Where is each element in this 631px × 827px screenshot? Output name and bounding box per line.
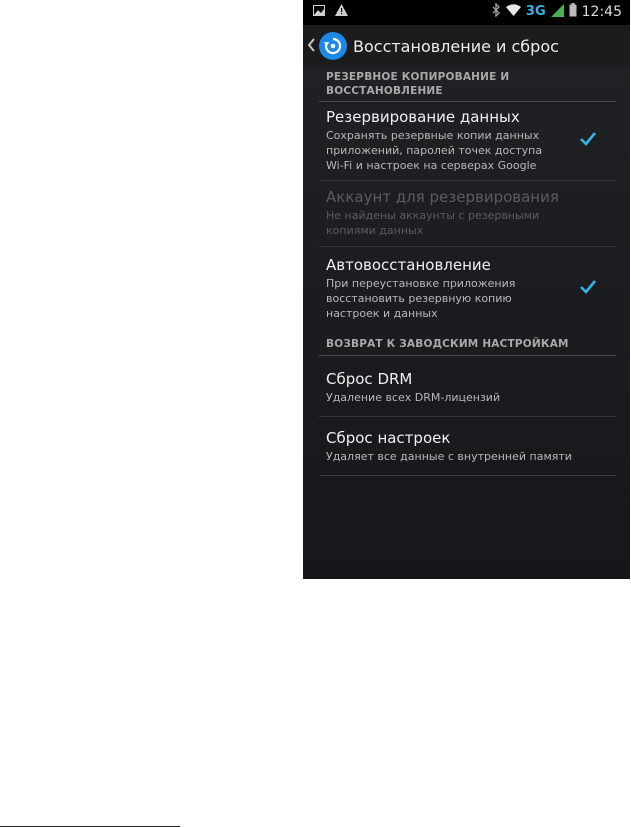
action-bar: Восстановление и сброс [303,25,630,69]
list-divider [319,475,616,476]
pref-title: Сброс настроек [326,429,451,447]
wifi-icon [505,4,521,19]
pref-summary-line: При переустановке приложения [326,277,516,290]
pref-title: Сброс DRM [326,370,413,388]
pref-backup-account: Аккаунт для резервирования Не найдены ак… [326,188,613,238]
pref-summary-line: приложений, паролей точек доступа [326,144,543,157]
page-title: Восстановление и сброс [353,36,559,56]
pref-summary: Сохранять резервные копии данных приложе… [326,128,613,173]
pref-summary-line: Удаление всех DRM-лицензий [326,391,501,404]
section-divider [319,101,616,102]
phone-screen: 3G 12:45 Восстановление и сброс РЕЗЕРВНО [303,0,630,579]
pref-summary-line: копиями данных [326,224,424,237]
battery-icon [569,3,577,20]
pref-drm-reset[interactable]: Сброс DRM Удаление всех DRM-лицензий [326,370,613,405]
section-header-line: ВОССТАНОВЛЕНИЕ [326,85,443,97]
list-divider [319,180,616,181]
backup-restore-icon[interactable] [319,32,347,60]
pref-title: Резервирование данных [326,108,520,126]
pref-summary-line: Удаляет все данные с внутренней памяти [326,450,572,463]
pref-title: Автовосстановление [326,256,491,274]
section-header-backup: РЕЗЕРВНОЕ КОПИРОВАНИЕ И ВОССТАНОВЛЕНИЕ [326,70,509,98]
section-header-factory-reset: ВОЗВРАТ К ЗАВОДСКИМ НАСТРОЙКАМ [326,337,569,351]
network-type: 3G [525,4,546,19]
bluetooth-icon [491,2,501,20]
section-header-line: ВОЗВРАТ К ЗАВОДСКИМ НАСТРОЙКАМ [326,338,569,350]
list-divider [319,416,616,417]
pref-summary-line: Сохранять резервные копии данных [326,129,540,142]
status-bar: 3G 12:45 [303,0,630,25]
pref-summary: При переустановке приложения восстановит… [326,276,613,321]
section-divider [319,355,616,356]
list-divider [319,246,616,247]
section-header-line: РЕЗЕРВНОЕ КОПИРОВАНИЕ И [326,71,510,83]
pref-summary-line: восстановить резервную копию [326,292,512,305]
pref-summary: Удаление всех DRM-лицензий [326,390,613,405]
pref-summary-line: Wi-Fi и настроек на серверах Google [326,159,537,172]
clock: 12:45 [581,3,622,20]
pref-summary: Не найдены аккаунты с резервными копиями… [326,208,613,238]
settings-list: РЕЗЕРВНОЕ КОПИРОВАНИЕ И ВОССТАНОВЛЕНИЕ Р… [303,67,630,579]
back-chevron-icon[interactable] [307,37,319,56]
warning-icon [335,4,348,19]
auto-restore-checkbox[interactable] [580,279,597,294]
pref-summary-line: Не найдены аккаунты с резервными [326,209,540,222]
pref-factory-reset[interactable]: Сброс настроек Удаляет все данные с внут… [326,429,613,464]
pref-backup-data[interactable]: Резервирование данных Сохранять резервны… [326,108,613,173]
pref-title: Аккаунт для резервирования [326,188,559,206]
signal-icon [550,3,564,20]
pref-summary-line: настроек и данных [326,307,438,320]
pref-auto-restore[interactable]: Автовосстановление При переустановке при… [326,256,613,321]
backup-data-checkbox[interactable] [580,131,597,146]
pref-summary: Удаляет все данные с внутренней памяти [326,449,613,464]
image-icon [313,4,325,19]
